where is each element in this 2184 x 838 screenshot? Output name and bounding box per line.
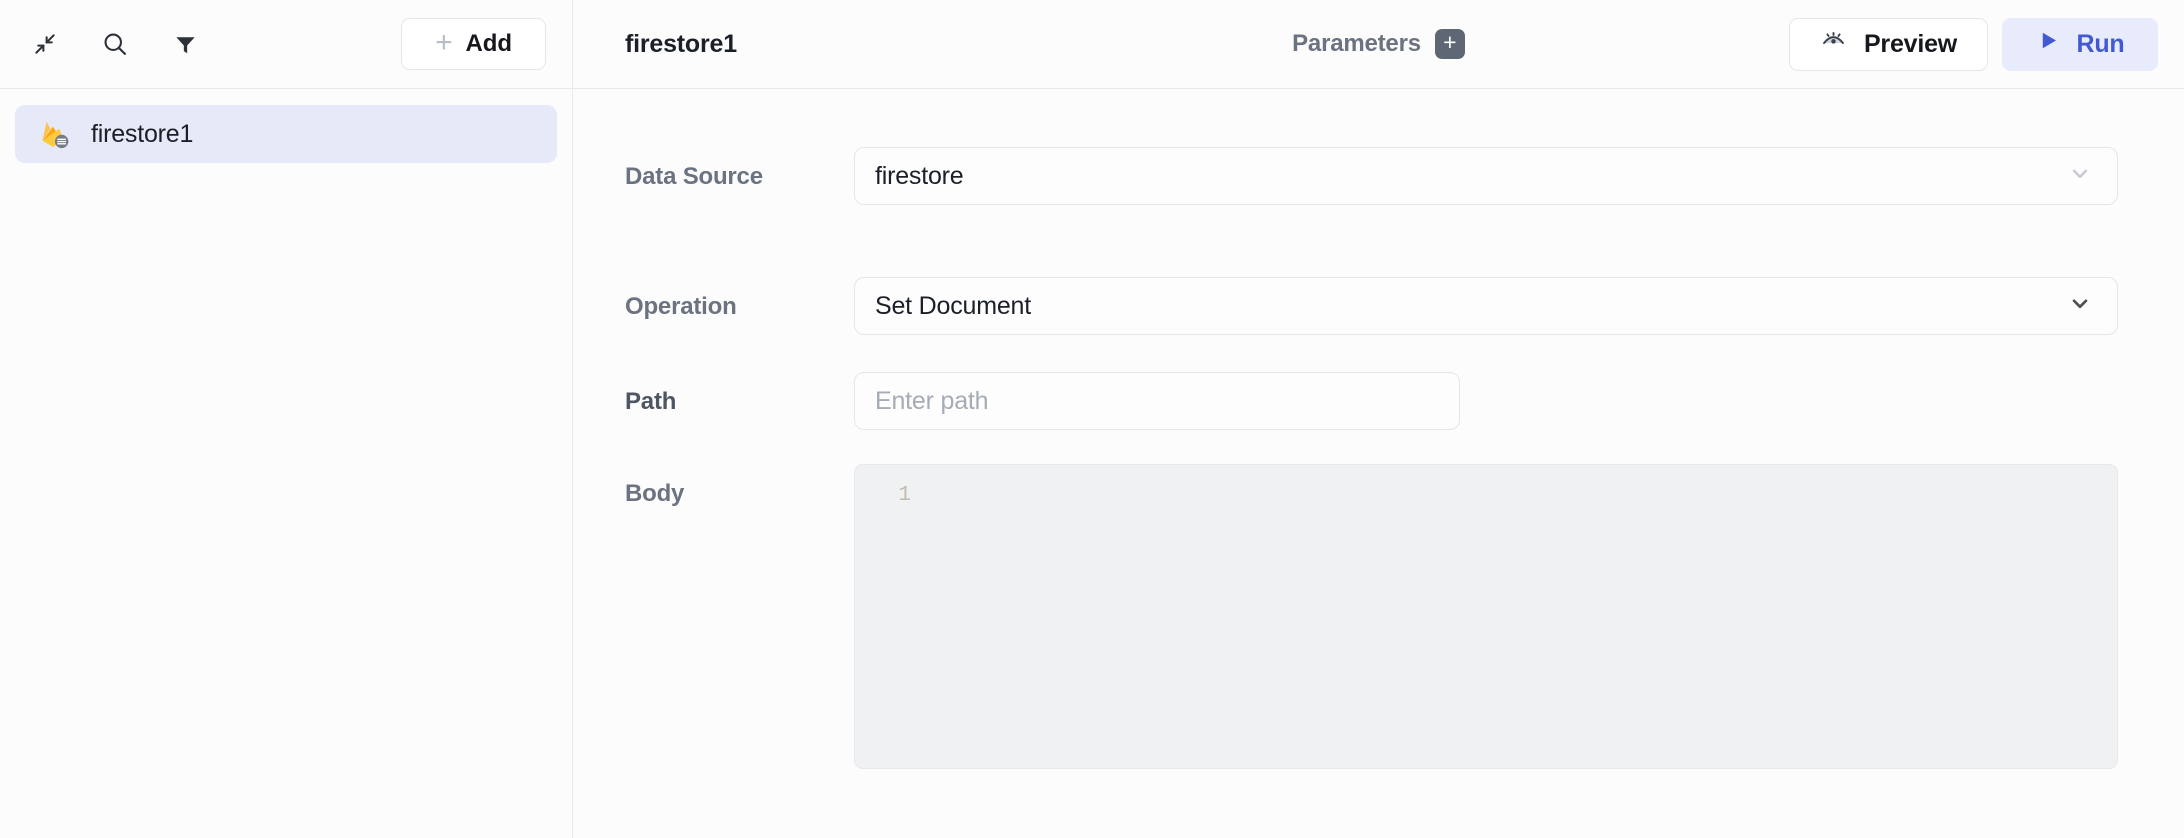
app-root: + Add firestore1 firestore1 Parameters +… (0, 0, 2184, 838)
run-button[interactable]: Run (2002, 17, 2158, 71)
add-button[interactable]: + Add (401, 18, 546, 70)
filter-icon[interactable] (170, 29, 200, 59)
plus-icon: + (435, 26, 453, 59)
data-source-value: firestore (875, 161, 964, 190)
eye-icon (1820, 27, 1847, 61)
add-button-label: Add (465, 30, 512, 57)
sidebar: + Add firestore1 (0, 0, 573, 838)
field-row-body: Body 1 (625, 464, 2118, 769)
path-label: Path (625, 388, 677, 415)
operation-value: Set Document (875, 291, 1032, 320)
line-number: 1 (898, 484, 911, 507)
collapse-icon[interactable] (30, 29, 60, 59)
data-source-control: firestore (854, 147, 2118, 205)
data-source-label: Data Source (625, 163, 763, 190)
operation-control: Set Document (854, 277, 2118, 335)
field-row-data-source: Data Source firestore (625, 147, 2118, 205)
path-placeholder: Enter path (875, 386, 989, 415)
sidebar-item-label: firestore1 (91, 119, 194, 148)
preview-button-label: Preview (1863, 29, 1958, 58)
run-button-label: Run (2076, 29, 2125, 58)
parameters-label: Parameters (1292, 30, 1421, 57)
sidebar-list: firestore1 (0, 89, 572, 163)
parameters-form: Data Source firestore Operation Set Docu… (573, 89, 2184, 838)
sidebar-toolbar: + Add (0, 0, 572, 89)
sidebar-icon-group (30, 29, 200, 59)
preview-button[interactable]: Preview (1789, 17, 1988, 71)
path-input[interactable]: Enter path (854, 372, 1460, 430)
editor-line: 1 (855, 481, 2117, 511)
body-label: Body (625, 480, 685, 507)
chevron-down-icon (2067, 161, 2093, 192)
play-icon (2036, 28, 2061, 60)
page-title: firestore1 (625, 29, 737, 58)
header-actions: Preview Run (1789, 17, 2158, 71)
path-control: Enter path (854, 372, 2118, 430)
search-icon[interactable] (100, 29, 130, 59)
main-header: firestore1 Parameters + Preview Run (573, 0, 2184, 89)
body-code-editor[interactable]: 1 (854, 464, 2118, 769)
body-control: 1 (854, 464, 2118, 769)
main-panel: firestore1 Parameters + Preview Run Data… (573, 0, 2184, 838)
chevron-down-icon (2067, 291, 2093, 322)
operation-label: Operation (625, 293, 737, 320)
sidebar-item-firestore1[interactable]: firestore1 (15, 105, 557, 163)
firebase-firestore-icon (37, 117, 71, 151)
field-row-operation: Operation Set Document (625, 277, 2118, 335)
data-source-select[interactable]: firestore (854, 147, 2118, 205)
operation-select[interactable]: Set Document (854, 277, 2118, 335)
add-parameter-button[interactable]: + (1434, 29, 1465, 59)
field-row-path: Path Enter path (625, 372, 2118, 430)
